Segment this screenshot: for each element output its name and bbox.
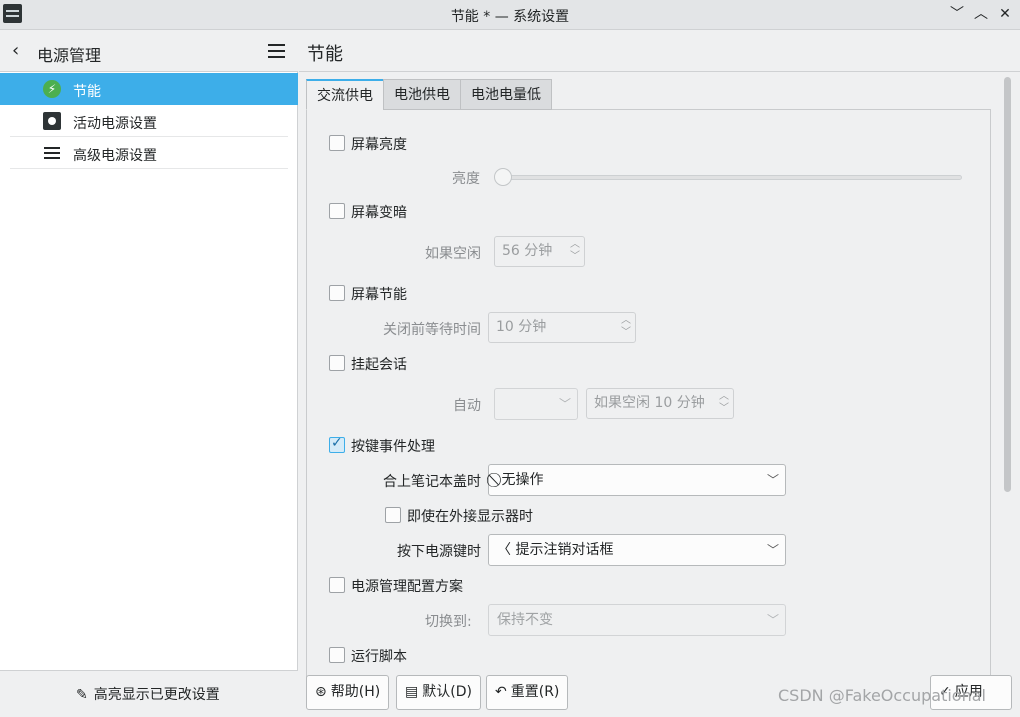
screen-off-wait-label: 关闭前等待时间 — [383, 322, 481, 338]
dim-idle-value: 56 分钟 — [502, 243, 553, 259]
pen-icon: ✎ — [76, 687, 88, 703]
chevron-down-icon: ﹀ — [766, 543, 779, 557]
help-button[interactable]: ⊛ 帮助(H) — [306, 675, 390, 710]
close-button[interactable]: ✕ — [995, 4, 1015, 24]
sidebar: ‹ 电源管理 ⚡ 节能 活动电源设置 高级电源设置 ✎ 高亮显示已更改设置 — [0, 31, 298, 717]
reset-button[interactable]: ↶ 重置(R) — [486, 675, 569, 710]
lid-close-action-value: ⃠ 无操作 — [497, 472, 544, 488]
power-button-action-select[interactable]: 〈 提示注销对话框 ﹀ — [488, 534, 786, 566]
dim-screen-checkbox[interactable] — [329, 203, 345, 219]
brightness-slider-handle[interactable] — [494, 168, 512, 186]
power-button-label: 按下电源键时 — [397, 544, 481, 560]
chevron-down-icon: ﹀ — [766, 613, 779, 627]
window-title: 节能 * — 系统设置 — [450, 9, 570, 25]
brightness-slider-track[interactable] — [500, 175, 962, 180]
suspend-session-label: 挂起会话 — [351, 357, 407, 373]
defaults-label: 默认(D) — [422, 684, 472, 700]
screen-off-wait-spinbox[interactable]: 10 分钟 ︿ ﹀ — [488, 312, 636, 343]
list-icon — [43, 144, 61, 162]
power-button-action-value: 〈 提示注销对话框 — [497, 542, 614, 558]
button-events-checkbox[interactable] — [329, 435, 345, 453]
screen-brightness-label: 屏幕亮度 — [351, 137, 407, 153]
dim-idle-spinbox[interactable]: 56 分钟 ︿ ﹀ — [494, 236, 585, 267]
page-header: 节能 — [299, 31, 1020, 72]
back-arrow-icon[interactable]: ‹ — [12, 42, 19, 60]
button-events-label: 按键事件处理 — [351, 439, 435, 455]
tab-bar: 交流供电 电池供电 电池电量低 — [306, 79, 552, 110]
run-script-label: 运行脚本 — [351, 649, 407, 665]
suspend-idle-value: 如果空闲 10 分钟 — [594, 395, 705, 411]
sidebar-item-activity[interactable]: 活动电源设置 — [0, 105, 298, 137]
brightness-label: 亮度 — [452, 171, 480, 187]
power-profile-checkbox[interactable] — [329, 577, 345, 593]
run-script-checkbox[interactable] — [329, 647, 345, 663]
sidebar-item-label: 节能 — [73, 84, 101, 100]
external-monitor-label: 即使在外接显示器时 — [407, 509, 533, 525]
screen-energy-checkbox[interactable] — [329, 285, 345, 301]
tab-battery[interactable]: 电池供电 — [383, 79, 461, 110]
sidebar-item-label: 活动电源设置 — [73, 116, 157, 132]
screen-brightness-checkbox[interactable] — [329, 135, 345, 151]
scrollbar[interactable] — [1001, 74, 1013, 674]
suspend-session-checkbox[interactable] — [329, 355, 345, 371]
chevron-down-icon: ﹀ — [558, 397, 571, 411]
activity-icon — [43, 112, 61, 130]
help-label: 帮助(H) — [330, 684, 381, 700]
spin-arrows-icon[interactable]: ︿ ﹀ — [621, 315, 631, 339]
suspend-action-select[interactable]: ﹀ — [494, 388, 578, 420]
maximize-button[interactable]: ︿ — [971, 4, 991, 24]
sidebar-footer: ✎ 高亮显示已更改设置 — [0, 670, 298, 717]
external-monitor-checkbox[interactable] — [385, 507, 401, 523]
divider — [10, 168, 288, 169]
hamburger-menu-icon[interactable] — [268, 44, 285, 58]
lid-close-label: 合上笔记本盖时 — [383, 474, 481, 490]
title-bar: 节能 * — 系统设置 ﹀ ︿ ✕ — [0, 0, 1020, 30]
highlight-changes-label: 高亮显示已更改设置 — [93, 687, 220, 703]
sidebar-title: 电源管理 — [37, 46, 102, 65]
chevron-down-icon: ﹀ — [766, 473, 779, 487]
screen-off-wait-value: 10 分钟 — [496, 319, 547, 335]
page-title: 节能 — [307, 44, 343, 65]
power-profile-value: 保持不变 — [497, 612, 553, 628]
highlight-changes-button[interactable]: ✎ 高亮显示已更改设置 — [76, 684, 220, 704]
defaults-button[interactable]: ▤ 默认(D) — [396, 675, 481, 710]
reset-label: 重置(R) — [510, 684, 560, 700]
help-icon: ⊛ — [315, 684, 327, 700]
energy-saving-icon: ⚡ — [43, 80, 61, 98]
suspend-auto-label: 自动 — [453, 398, 481, 414]
document-icon: ▤ — [405, 684, 419, 700]
sidebar-header: ‹ 电源管理 — [0, 31, 298, 72]
suspend-idle-spinbox[interactable]: 如果空闲 10 分钟 ︿ ﹀ — [586, 388, 734, 419]
power-profile-label: 电源管理配置方案 — [351, 579, 463, 595]
minimize-button[interactable]: ﹀ — [947, 4, 967, 24]
watermark: CSDN @FakeOccupational — [778, 686, 986, 705]
tab-low-battery[interactable]: 电池电量低 — [460, 79, 552, 110]
switch-to-label: 切换到: — [425, 614, 472, 630]
lid-close-action-select[interactable]: ⃠ 无操作 ﹀ — [488, 464, 786, 496]
scrollbar-thumb[interactable] — [1004, 77, 1011, 492]
dim-screen-label: 屏幕变暗 — [351, 205, 407, 221]
dim-idle-label: 如果空闲 — [425, 246, 481, 262]
sidebar-item-energy-saving[interactable]: ⚡ 节能 — [0, 73, 298, 105]
sidebar-item-label: 高级电源设置 — [73, 148, 157, 164]
sidebar-item-advanced[interactable]: 高级电源设置 — [0, 137, 298, 169]
screen-energy-label: 屏幕节能 — [351, 287, 407, 303]
power-profile-select[interactable]: 保持不变 ﹀ — [488, 604, 786, 636]
spin-arrows-icon[interactable]: ︿ ﹀ — [570, 239, 580, 263]
undo-icon: ↶ — [495, 684, 507, 700]
tab-ac-power[interactable]: 交流供电 — [306, 79, 384, 110]
spin-arrows-icon[interactable]: ︿ ﹀ — [719, 391, 729, 415]
